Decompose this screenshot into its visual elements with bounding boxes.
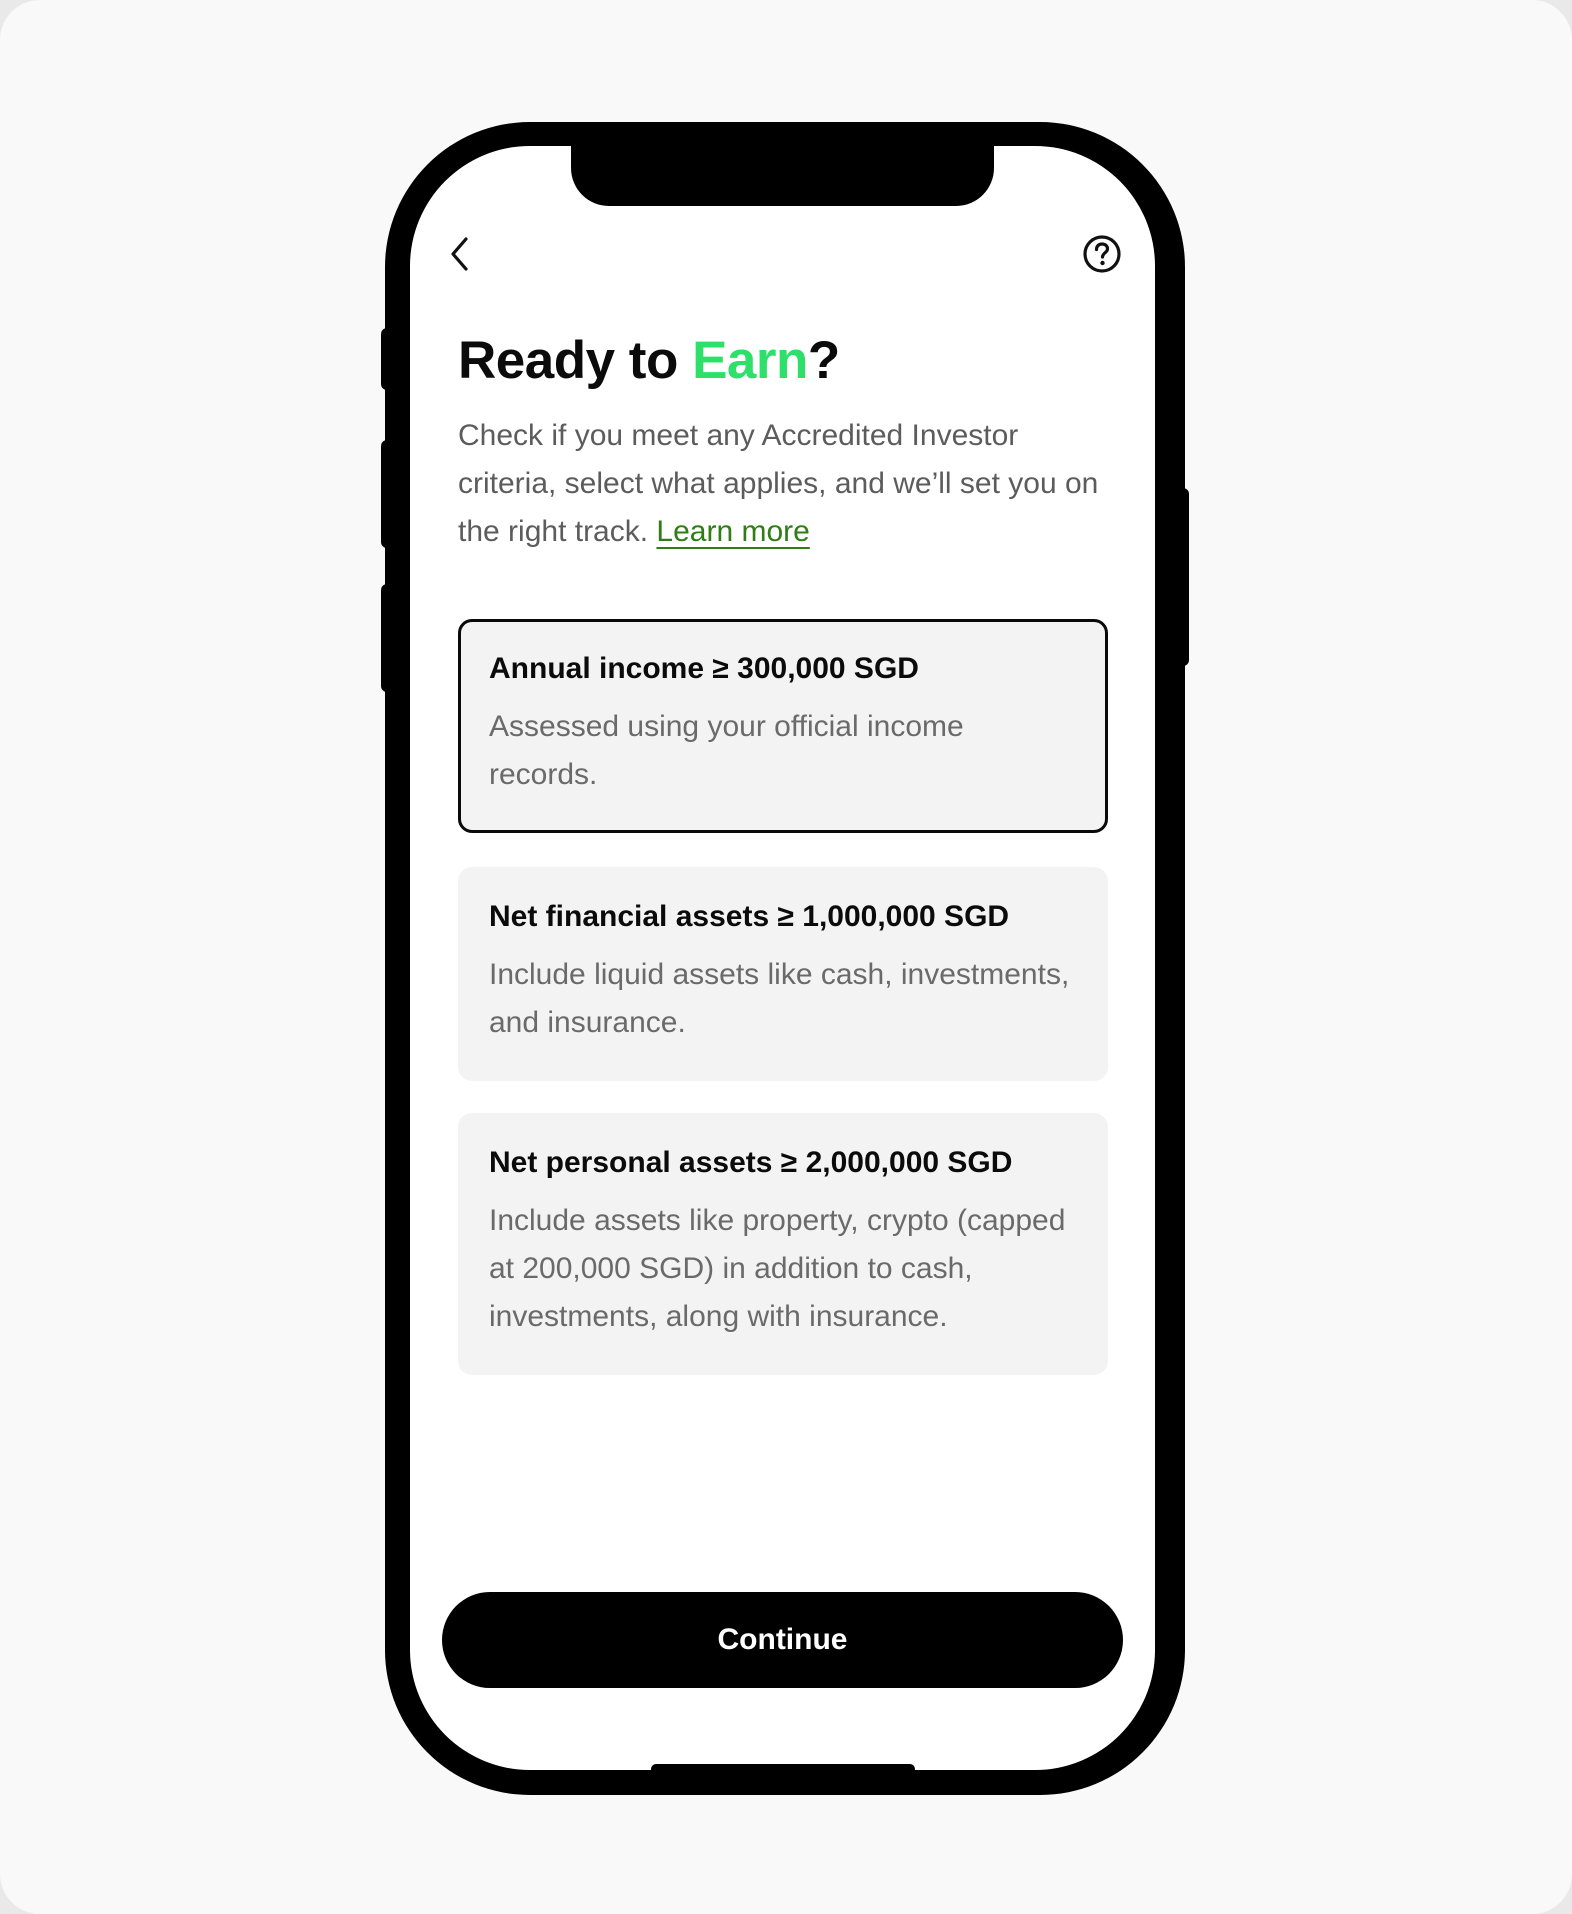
option-description: Include assets like property, crypto (ca…: [489, 1204, 1066, 1333]
option-description: Include liquid assets like cash, investm…: [489, 958, 1070, 1039]
continue-button[interactable]: Continue: [442, 1592, 1123, 1688]
option-card-net-financial-assets[interactable]: Net financial assets ≥ 1,000,000 SGD Inc…: [458, 867, 1108, 1081]
home-indicator: [651, 1764, 915, 1770]
phone-screen: Ready to Earn? Check if you meet any Acc…: [410, 146, 1155, 1770]
question-circle-icon: [1083, 235, 1121, 273]
chevron-left-icon: [451, 237, 468, 271]
title-prefix: Ready to: [458, 331, 693, 390]
phone-notch: [571, 146, 994, 206]
page-title: Ready to Earn?: [458, 330, 840, 391]
title-suffix: ?: [807, 331, 840, 390]
learn-more-link[interactable]: Learn more: [656, 515, 809, 548]
option-title: Net personal assets ≥ 2,000,000 SGD: [489, 1146, 1013, 1179]
option-title: Annual income ≥ 300,000 SGD: [489, 652, 919, 685]
option-title: Net financial assets ≥ 1,000,000 SGD: [489, 900, 1010, 933]
option-card-annual-income[interactable]: Annual income ≥ 300,000 SGD Assessed usi…: [458, 619, 1108, 833]
option-description: Assessed using your official income reco…: [489, 710, 964, 791]
back-button[interactable]: [440, 230, 480, 278]
help-button[interactable]: [1082, 234, 1122, 274]
option-card-net-personal-assets[interactable]: Net personal assets ≥ 2,000,000 SGD Incl…: [458, 1113, 1108, 1375]
page-subtitle: Check if you meet any Accredited Investo…: [458, 412, 1108, 556]
canvas-background: Ready to Earn? Check if you meet any Acc…: [0, 0, 1572, 1914]
title-accent: Earn: [692, 331, 808, 390]
